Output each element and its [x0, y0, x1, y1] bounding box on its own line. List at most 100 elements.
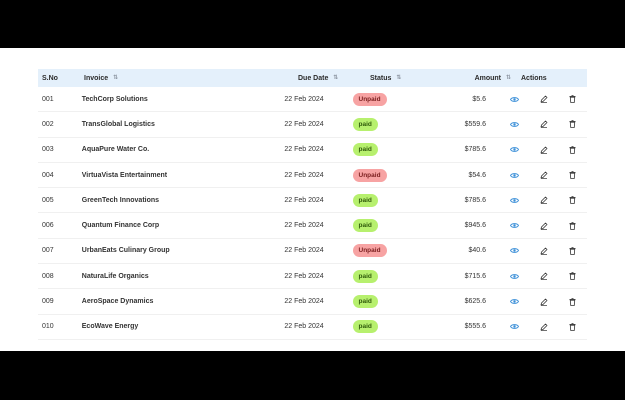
sort-icon[interactable]: ⇅ — [113, 75, 118, 81]
pencil-icon[interactable] — [529, 323, 558, 331]
table-row[interactable]: 006 Quantum Finance Corp 22 Feb 2024 paid $9… — [38, 213, 587, 239]
table-row[interactable]: 004 VirtuaVista Entertainment 22 Feb 2024 U… — [38, 163, 587, 189]
cell-invoice: TransGlobal Logistics — [82, 121, 285, 128]
trash-icon[interactable] — [558, 297, 587, 306]
header-status-label: Status — [370, 74, 392, 82]
sno-value: 007 — [42, 247, 54, 255]
cell-actions — [496, 95, 587, 104]
amount-value: $559.6 — [464, 120, 486, 128]
cell-status: Unpaid — [352, 244, 408, 258]
header-sno-label: S.No — [42, 74, 58, 82]
header-actions-label: Actions — [521, 74, 547, 82]
sno-value: 004 — [42, 171, 54, 179]
invoice-name: AquaPure Water Co. — [81, 146, 150, 154]
trash-icon[interactable] — [558, 171, 587, 179]
sort-icon[interactable]: ⇅ — [333, 75, 338, 81]
table-body: 001 TechCorp Solutions 22 Feb 2024 Unpaid $5… — [38, 87, 587, 340]
cell-amount: $54.6 — [407, 172, 496, 179]
trash-icon[interactable] — [558, 95, 587, 104]
cell-amount: $559.6 — [407, 121, 496, 128]
eye-icon[interactable] — [500, 96, 529, 103]
cell-sno: 010 — [38, 323, 82, 330]
cell-status: paid — [352, 193, 408, 207]
cell-status: paid — [352, 219, 408, 233]
pencil-icon[interactable] — [529, 95, 558, 103]
sno-value: 001 — [42, 95, 54, 103]
eye-icon[interactable] — [500, 247, 529, 254]
cell-sno: 003 — [38, 146, 82, 153]
pencil-icon[interactable] — [529, 247, 558, 255]
status-badge: Unpaid — [352, 244, 387, 258]
amount-value: $785.6 — [464, 146, 486, 154]
sno-value: 008 — [42, 272, 54, 280]
invoice-name: VirtuaVista Entertainment — [81, 171, 168, 179]
header-due-date-label: Due Date — [298, 74, 329, 82]
invoice-name: GreenTech Innovations — [81, 196, 160, 204]
sort-icon[interactable]: ⇅ — [396, 75, 401, 81]
cell-sno: 007 — [38, 247, 82, 254]
cell-amount: $625.6 — [407, 298, 496, 305]
pencil-icon[interactable] — [529, 196, 558, 205]
table-row[interactable]: 003 AquaPure Water Co. 22 Feb 2024 paid $785… — [38, 138, 587, 163]
sno-value: 009 — [42, 298, 54, 306]
status-badge: Unpaid — [352, 168, 387, 182]
eye-icon[interactable] — [500, 121, 529, 128]
table-row[interactable]: 010 EcoWave Energy 22 Feb 2024 paid $555.6 — [38, 315, 587, 340]
cell-due-date: 22 Feb 2024 — [284, 298, 352, 305]
cell-actions — [496, 272, 587, 281]
pencil-icon[interactable] — [529, 272, 558, 281]
table-row[interactable]: 009 AeroSpace Dynamics 22 Feb 2024 paid $625… — [38, 289, 587, 315]
sno-value: 002 — [42, 120, 54, 128]
eye-icon[interactable] — [500, 172, 529, 179]
trash-icon[interactable] — [558, 145, 587, 154]
cell-due-date: 22 Feb 2024 — [284, 197, 352, 204]
cell-actions — [496, 171, 587, 179]
status-badge: paid — [352, 143, 378, 157]
header-amount[interactable]: Amount ⇅ — [428, 75, 521, 82]
header-status[interactable]: Status ⇅ — [370, 75, 428, 82]
due-date-value: 22 Feb 2024 — [284, 272, 324, 280]
eye-icon[interactable] — [500, 222, 529, 229]
header-invoice[interactable]: Invoice ⇅ — [84, 75, 298, 82]
trash-icon[interactable] — [558, 196, 587, 205]
eye-icon[interactable] — [500, 323, 529, 330]
pencil-icon[interactable] — [529, 146, 558, 154]
amount-value: $715.6 — [464, 272, 486, 280]
due-date-value: 22 Feb 2024 — [284, 120, 324, 128]
eye-icon[interactable] — [500, 197, 529, 204]
table-row[interactable]: 005 GreenTech Innovations 22 Feb 2024 paid $… — [38, 188, 587, 214]
sort-icon[interactable]: ⇅ — [506, 75, 511, 81]
cell-amount: $715.6 — [407, 273, 496, 280]
cell-sno: 006 — [38, 222, 82, 229]
table-row[interactable]: 008 NaturaLife Organics 22 Feb 2024 paid $71… — [38, 264, 587, 290]
cell-due-date: 22 Feb 2024 — [284, 222, 352, 229]
pencil-icon[interactable] — [529, 298, 558, 306]
cell-status: paid — [352, 320, 408, 334]
due-date-value: 22 Feb 2024 — [284, 95, 324, 103]
invoice-name: Quantum Finance Corp — [81, 222, 160, 230]
sno-value: 003 — [42, 146, 54, 154]
pencil-icon[interactable] — [529, 171, 558, 179]
table-row[interactable]: 007 UrbanEats Culinary Group 22 Feb 2024 Un… — [38, 239, 587, 265]
trash-icon[interactable] — [558, 221, 587, 230]
header-due-date[interactable]: Due Date ⇅ — [298, 75, 370, 82]
pencil-icon[interactable] — [529, 120, 558, 129]
cell-due-date: 22 Feb 2024 — [284, 273, 352, 280]
trash-icon[interactable] — [558, 120, 587, 129]
eye-icon[interactable] — [500, 273, 529, 280]
invoice-table: S.No Invoice ⇅ Due Date ⇅ Status ⇅ Amoun… — [38, 69, 587, 340]
trash-icon[interactable] — [558, 272, 587, 281]
eye-icon[interactable] — [500, 298, 529, 305]
pencil-icon[interactable] — [529, 222, 558, 230]
eye-icon[interactable] — [500, 146, 529, 153]
header-amount-label: Amount — [474, 74, 502, 82]
header-actions: Actions — [521, 75, 587, 82]
trash-icon[interactable] — [558, 323, 587, 331]
table-row[interactable]: 001 TechCorp Solutions 22 Feb 2024 Unpaid $5… — [38, 87, 587, 113]
table-row[interactable]: 002 TransGlobal Logistics 22 Feb 2024 paid $… — [38, 112, 587, 138]
invoice-name: UrbanEats Culinary Group — [81, 247, 170, 255]
invoice-name: TransGlobal Logistics — [81, 120, 155, 128]
cell-invoice: UrbanEats Culinary Group — [82, 247, 285, 254]
trash-icon[interactable] — [558, 247, 587, 255]
due-date-value: 22 Feb 2024 — [284, 222, 324, 230]
